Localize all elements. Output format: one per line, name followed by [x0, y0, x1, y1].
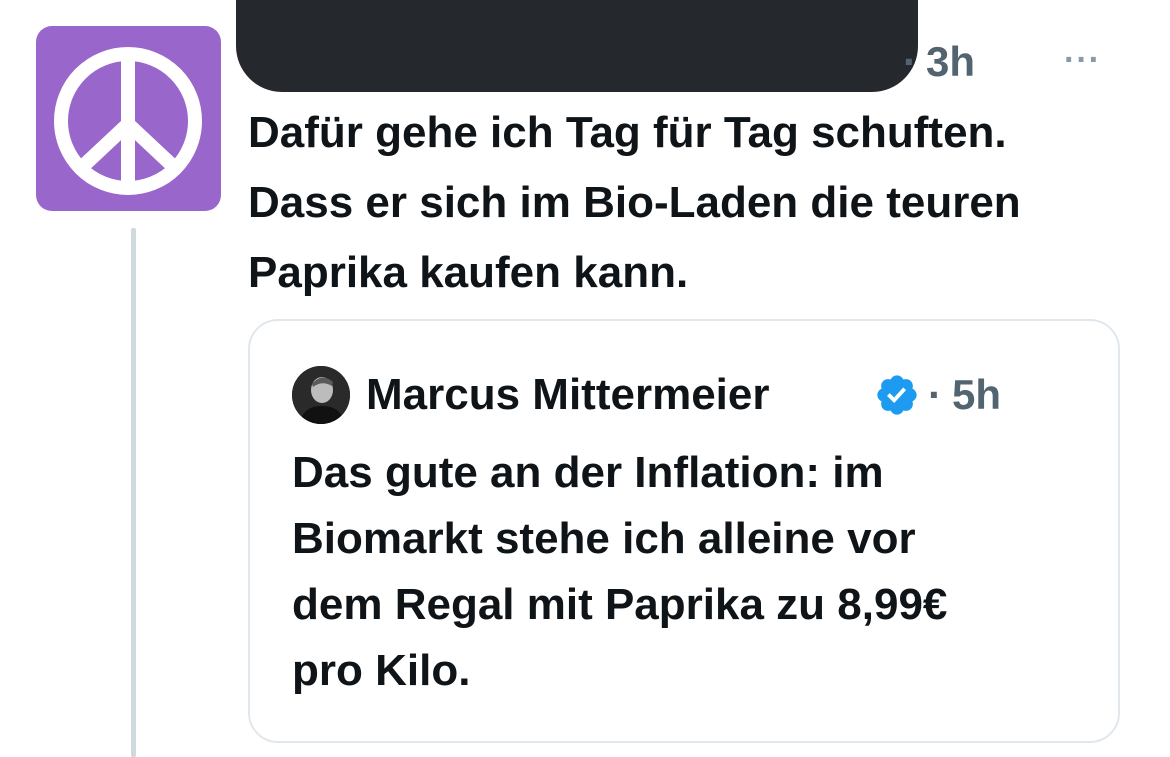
redacted-author	[236, 0, 918, 92]
quote-text-line: pro Kilo.	[292, 646, 471, 695]
time-separator: ·	[903, 38, 917, 85]
quote-timestamp[interactable]: 5h	[952, 366, 1001, 424]
quote-time-separator: ·	[928, 371, 942, 418]
tweet-text: Dafür gehe ich Tag für Tag schuften. Das…	[248, 98, 1148, 308]
tweet-text-line: Paprika kaufen kann.	[248, 248, 689, 297]
tweet-text-line: Dass er sich im Bio-Laden die teuren	[248, 178, 1021, 227]
quote-author-avatar[interactable]	[292, 366, 350, 424]
more-options-icon[interactable]: ···	[1064, 40, 1101, 80]
quote-text-line: Biomarkt stehe ich alleine vor	[292, 514, 916, 563]
quote-text-line: dem Regal mit Paprika zu 8,99€	[292, 580, 948, 629]
avatar[interactable]	[36, 26, 221, 211]
quote-text: Das gute an der Inflation: im Biomarkt s…	[292, 440, 1092, 704]
thread-line	[131, 228, 136, 757]
quote-author-name[interactable]: Marcus Mittermeier	[366, 366, 769, 424]
tweet-text-line: Dafür gehe ich Tag für Tag schuften.	[248, 108, 1007, 157]
quote-text-line: Das gute an der Inflation: im	[292, 448, 884, 497]
verified-badge-icon	[877, 375, 917, 415]
tweet-timestamp[interactable]: 3h	[926, 38, 975, 86]
person-photo-icon	[292, 366, 350, 424]
peace-symbol-icon	[54, 47, 202, 195]
